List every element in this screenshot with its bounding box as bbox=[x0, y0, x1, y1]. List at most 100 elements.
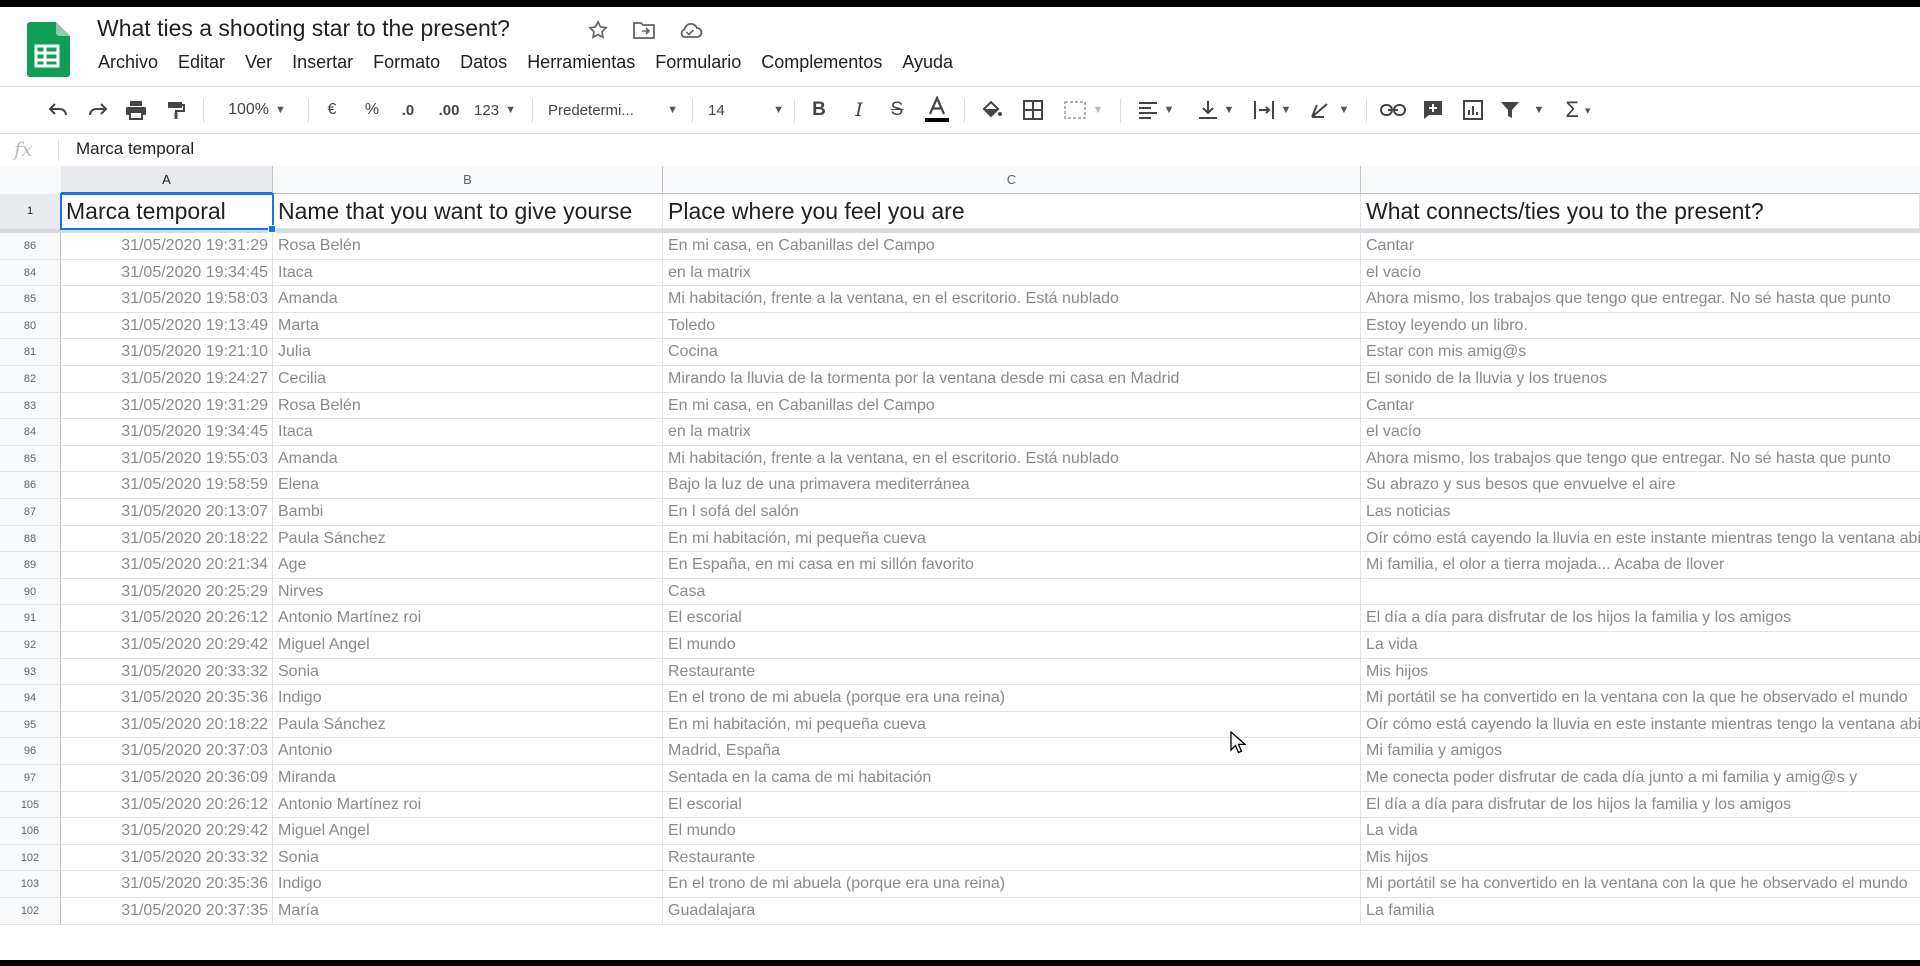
row-header[interactable]: 85 bbox=[0, 446, 61, 472]
name-cell[interactable]: Marta bbox=[273, 313, 663, 339]
place-cell[interactable]: En l sofá del salón bbox=[663, 499, 1361, 526]
timestamp-cell[interactable]: 31/05/2020 19:31:29 bbox=[61, 393, 273, 419]
place-cell[interactable]: Guadalajara bbox=[663, 898, 1361, 925]
place-cell[interactable]: Mirando la lluvia de la tormenta por la … bbox=[663, 366, 1361, 393]
connection-cell[interactable]: El día a día para disfrutar de los hijos… bbox=[1361, 605, 1920, 632]
row-header[interactable]: 87 bbox=[0, 499, 61, 526]
connection-cell[interactable]: Mi portátil se ha convertido en la venta… bbox=[1361, 871, 1920, 898]
decrease-decimal-button[interactable]: .0 bbox=[394, 95, 422, 125]
timestamp-cell[interactable]: 31/05/2020 20:13:07 bbox=[61, 499, 273, 526]
row-header[interactable]: 84 bbox=[0, 260, 61, 286]
timestamp-cell[interactable]: 31/05/2020 20:37:03 bbox=[61, 738, 273, 765]
currency-button[interactable]: € bbox=[320, 95, 344, 125]
header-cell-c[interactable]: Place where you feel you are bbox=[663, 194, 1361, 229]
row-header[interactable]: 96 bbox=[0, 738, 61, 765]
menu-insertar[interactable]: Insertar bbox=[282, 52, 363, 73]
timestamp-cell[interactable]: 31/05/2020 19:24:27 bbox=[61, 366, 273, 393]
row-header[interactable]: 103 bbox=[0, 871, 61, 898]
font-family-select[interactable]: Predetermi... ▼ bbox=[548, 95, 678, 125]
borders-icon[interactable] bbox=[1018, 95, 1048, 125]
place-cell[interactable]: En mi casa, en Cabanillas del Campo bbox=[663, 233, 1361, 260]
timestamp-cell[interactable]: 31/05/2020 19:21:10 bbox=[61, 339, 273, 366]
star-icon[interactable] bbox=[584, 16, 612, 44]
row-header[interactable]: 106 bbox=[0, 818, 61, 845]
name-cell[interactable]: Amanda bbox=[273, 286, 663, 313]
connection-cell[interactable]: Mis hijos bbox=[1361, 845, 1920, 871]
place-cell[interactable]: Casa bbox=[663, 579, 1361, 605]
place-cell[interactable]: Restaurante bbox=[663, 659, 1361, 685]
chart-icon[interactable] bbox=[1458, 95, 1488, 125]
connection-cell[interactable]: el vacío bbox=[1361, 419, 1920, 446]
name-cell[interactable]: Julia bbox=[273, 339, 663, 366]
row-header[interactable]: 82 bbox=[0, 366, 61, 393]
place-cell[interactable]: Mi habitación, frente a la ventana, en e… bbox=[663, 286, 1361, 313]
connection-cell[interactable]: La vida bbox=[1361, 818, 1920, 845]
menu-herramientas[interactable]: Herramientas bbox=[517, 52, 645, 73]
row-header[interactable]: 86 bbox=[0, 233, 61, 260]
name-cell[interactable]: Miguel Angel bbox=[273, 818, 663, 845]
timestamp-cell[interactable]: 31/05/2020 20:26:12 bbox=[61, 792, 273, 818]
connection-cell[interactable]: Mi portátil se ha convertido en la venta… bbox=[1361, 685, 1920, 712]
name-cell[interactable]: Itaca bbox=[273, 419, 663, 446]
place-cell[interactable]: En España, en mi casa en mi sillón favor… bbox=[663, 552, 1361, 579]
place-cell[interactable]: El escorial bbox=[663, 792, 1361, 818]
row-header[interactable]: 95 bbox=[0, 712, 61, 738]
row-header[interactable]: 88 bbox=[0, 526, 61, 552]
connection-cell[interactable]: Su abrazo y sus besos que envuelve el ai… bbox=[1361, 472, 1920, 499]
timestamp-cell[interactable]: 31/05/2020 19:58:03 bbox=[61, 286, 273, 313]
name-cell[interactable]: Miranda bbox=[273, 765, 663, 792]
formula-input[interactable]: Marca temporal bbox=[76, 139, 194, 159]
connection-cell[interactable]: La familia bbox=[1361, 898, 1920, 925]
timestamp-cell[interactable]: 31/05/2020 20:21:34 bbox=[61, 552, 273, 579]
place-cell[interactable]: El escorial bbox=[663, 605, 1361, 632]
column-header-c[interactable]: C bbox=[663, 166, 1361, 194]
row-header[interactable]: 80 bbox=[0, 313, 61, 339]
spreadsheet-grid[interactable]: A B C 1 Marca temporal Name that you wan… bbox=[0, 166, 1920, 960]
rotate-icon[interactable]: ▼ bbox=[1304, 95, 1354, 125]
connection-cell[interactable]: Las noticias bbox=[1361, 499, 1920, 526]
name-cell[interactable]: Rosa Belén bbox=[273, 233, 663, 260]
connection-cell[interactable]: Oír cómo está cayendo la lluvia en este … bbox=[1361, 526, 1920, 552]
place-cell[interactable]: El mundo bbox=[663, 818, 1361, 845]
align-icon[interactable]: ▼ bbox=[1132, 95, 1180, 125]
timestamp-cell[interactable]: 31/05/2020 19:55:03 bbox=[61, 446, 273, 472]
timestamp-cell[interactable]: 31/05/2020 20:36:09 bbox=[61, 765, 273, 792]
row-header[interactable]: 97 bbox=[0, 765, 61, 792]
menu-editar[interactable]: Editar bbox=[168, 52, 235, 73]
connection-cell[interactable]: El día a día para disfrutar de los hijos… bbox=[1361, 792, 1920, 818]
header-cell-d[interactable]: What connects/ties you to the present? bbox=[1361, 194, 1920, 229]
timestamp-cell[interactable]: 31/05/2020 19:31:29 bbox=[61, 233, 273, 260]
timestamp-cell[interactable]: 31/05/2020 20:18:22 bbox=[61, 526, 273, 552]
comment-icon[interactable] bbox=[1418, 95, 1448, 125]
name-cell[interactable]: Nirves bbox=[273, 579, 663, 605]
paint-format-icon[interactable] bbox=[162, 95, 190, 125]
timestamp-cell[interactable]: 31/05/2020 20:25:29 bbox=[61, 579, 273, 605]
filter-icon[interactable]: ▼ bbox=[1498, 95, 1546, 125]
timestamp-cell[interactable]: 31/05/2020 20:33:32 bbox=[61, 659, 273, 685]
row-header[interactable]: 93 bbox=[0, 659, 61, 685]
connection-cell[interactable]: Estoy leyendo un libro. bbox=[1361, 313, 1920, 339]
timestamp-cell[interactable]: 31/05/2020 20:37:35 bbox=[61, 898, 273, 925]
italic-icon[interactable]: I bbox=[846, 95, 872, 125]
move-folder-icon[interactable] bbox=[630, 16, 658, 44]
name-cell[interactable]: Itaca bbox=[273, 260, 663, 286]
name-cell[interactable]: Elena bbox=[273, 472, 663, 499]
menu-complementos[interactable]: Complementos bbox=[751, 52, 892, 73]
menu-ayuda[interactable]: Ayuda bbox=[892, 52, 963, 73]
name-cell[interactable]: Cecilia bbox=[273, 366, 663, 393]
sheets-logo-icon[interactable] bbox=[24, 20, 72, 78]
place-cell[interactable]: en la matrix bbox=[663, 260, 1361, 286]
print-icon[interactable] bbox=[122, 95, 150, 125]
fill-handle[interactable] bbox=[268, 225, 276, 233]
connection-cell[interactable]: Oír cómo está cayendo la lluvia en este … bbox=[1361, 712, 1920, 738]
cloud-status-icon[interactable] bbox=[676, 16, 704, 44]
column-header-a[interactable]: A bbox=[61, 166, 273, 194]
fill-color-icon[interactable] bbox=[976, 95, 1006, 125]
name-cell[interactable]: Sonia bbox=[273, 659, 663, 685]
name-cell[interactable]: Antonio bbox=[273, 738, 663, 765]
place-cell[interactable]: Madrid, España bbox=[663, 738, 1361, 765]
merge-icon[interactable]: ▼ bbox=[1058, 95, 1108, 125]
place-cell[interactable]: En mi habitación, mi pequeña cueva bbox=[663, 712, 1361, 738]
link-icon[interactable] bbox=[1378, 95, 1408, 125]
timestamp-cell[interactable]: 31/05/2020 20:29:42 bbox=[61, 632, 273, 659]
